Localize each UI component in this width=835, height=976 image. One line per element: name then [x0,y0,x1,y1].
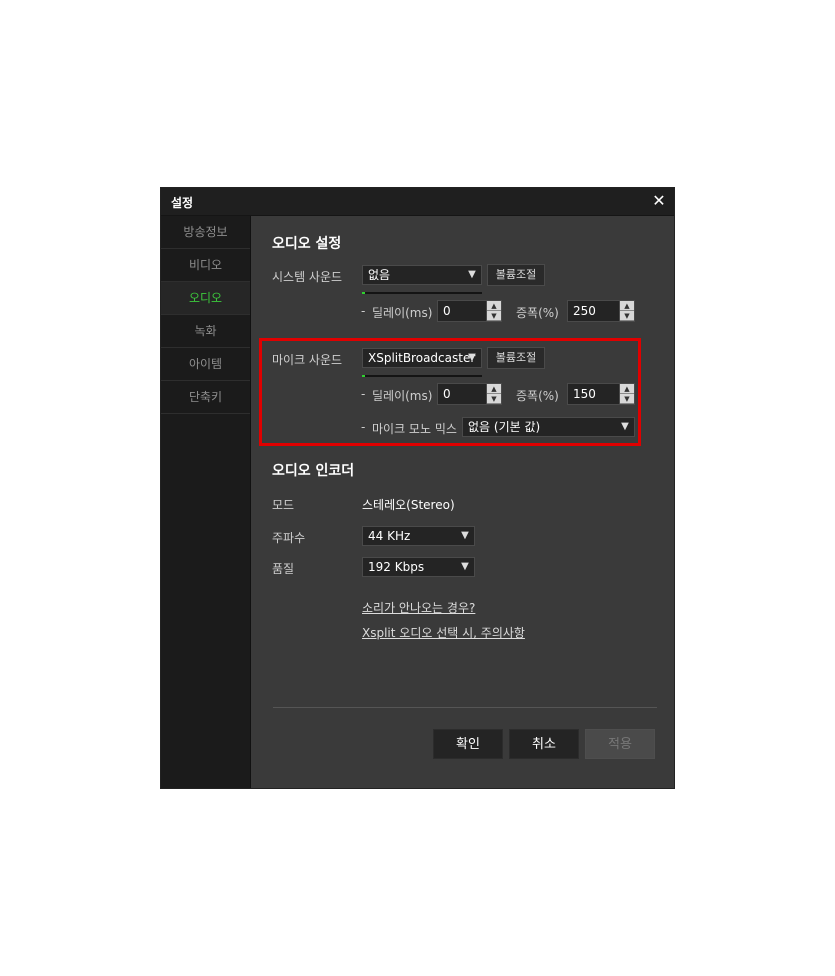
system-volume-button[interactable]: 볼륨조절 [487,264,545,286]
quality-select[interactable]: 192 Kbps ▼ [362,557,475,577]
chevron-down-icon: ▼ [468,269,476,280]
apply-button[interactable]: 적용 [585,729,655,759]
frequency-label: 주파수 [272,531,306,545]
system-gain-label: 증폭(%) [516,306,559,320]
settings-sidebar: 방송정보 비디오 오디오 녹화 아이템 단축키 [161,216,251,788]
dialog-title: 설정 [171,196,194,210]
cancel-button[interactable]: 취소 [509,729,579,759]
chevron-down-icon: ▼ [461,561,469,572]
system-sound-select[interactable]: 없음 ▼ [362,265,482,285]
quality-label: 품질 [272,562,295,576]
sidebar-item-video[interactable]: 비디오 [161,249,250,282]
sidebar-item-items[interactable]: 아이템 [161,348,250,381]
caret-up-icon[interactable]: ▲ [487,301,501,311]
audio-settings-panel: 오디오 설정 시스템 사운드 없음 ▼ 볼륨조절 - 딜레이(ms) 0 ▲ ▼… [251,216,674,788]
system-delay-label: 딜레이(ms) [372,306,433,320]
sidebar-item-shortcuts[interactable]: 단축키 [161,381,250,414]
system-delay-value: 0 [443,304,451,318]
mode-value: 스테레오(Stereo) [362,498,455,512]
footer-divider [273,707,657,708]
sidebar-item-broadcast-info[interactable]: 방송정보 [161,216,250,249]
audio-encoder-heading: 오디오 인코더 [272,463,355,479]
confirm-button[interactable]: 확인 [433,729,503,759]
close-icon[interactable]: ✕ [650,191,668,211]
system-sound-meter [362,292,482,294]
quality-value: 192 Kbps [368,560,425,574]
caret-up-icon[interactable]: ▲ [620,301,634,311]
caret-down-icon[interactable]: ▼ [620,311,634,321]
title-bar: 설정 ✕ [161,188,674,216]
xsplit-notice-link[interactable]: Xsplit 오디오 선택 시, 주의사항 [362,624,525,641]
sidebar-item-audio[interactable]: 오디오 [161,282,250,315]
audio-settings-heading: 오디오 설정 [272,236,342,252]
settings-dialog: 설정 ✕ 방송정보 비디오 오디오 녹화 아이템 단축키 오디오 설정 시스템 … [160,187,675,789]
system-gain-spinner: ▲ ▼ [619,301,634,321]
frequency-value: 44 KHz [368,529,411,543]
system-gain-input[interactable]: 250 ▲ ▼ [567,300,635,322]
system-sound-value: 없음 [368,268,391,282]
system-gain-value: 250 [573,304,596,318]
no-sound-help-link[interactable]: 소리가 안나오는 경우? [362,599,475,616]
frequency-select[interactable]: 44 KHz ▼ [362,526,475,546]
mode-label: 모드 [272,498,295,512]
chevron-down-icon: ▼ [461,530,469,541]
sidebar-item-recording[interactable]: 녹화 [161,315,250,348]
system-sound-label: 시스템 사운드 [272,270,343,284]
mic-section-highlight [259,338,641,446]
dash-marker: - [361,304,366,318]
caret-down-icon[interactable]: ▼ [487,311,501,321]
system-delay-input[interactable]: 0 ▲ ▼ [437,300,502,322]
system-delay-spinner: ▲ ▼ [486,301,501,321]
